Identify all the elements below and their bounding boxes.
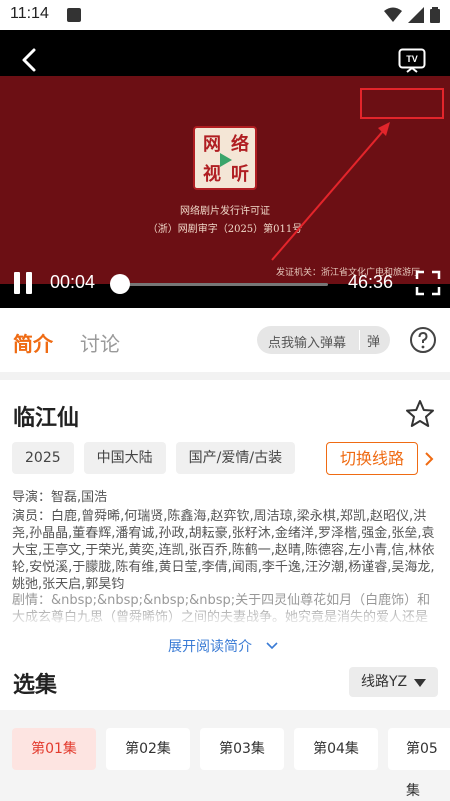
tag-genre[interactable]: 国产/爱情/古装: [175, 442, 296, 474]
pause-icon: [26, 272, 32, 294]
show-info: 临江仙 2025 中国大陆 国产/爱情/古装 切换线路 导演：智磊,国浩 演员：…: [0, 380, 450, 660]
license-title: 网络剧片发行许可证: [180, 206, 270, 217]
notification-icon: [67, 8, 81, 22]
status-bar: 11:14: [0, 0, 450, 30]
caret-down-icon: [414, 679, 426, 687]
switch-route-button[interactable]: 切换线路: [326, 442, 418, 475]
tv-label: TV: [406, 54, 418, 64]
tab-intro[interactable]: 简介: [13, 328, 53, 357]
danmu-toggle-button[interactable]: 弹: [367, 331, 380, 350]
detail-tabbar: 简介 讨论 点我输入弹幕 弹: [0, 308, 450, 372]
episode-item[interactable]: 第03集: [200, 728, 284, 770]
show-title: 临江仙: [13, 406, 80, 431]
fullscreen-icon[interactable]: [415, 270, 441, 296]
video-player[interactable]: 网 络 视 听 网络剧片发行许可证 （浙）网剧审字（2025）第011号 发证机…: [0, 30, 450, 308]
danmu-placeholder: 点我输入弹幕: [268, 336, 347, 351]
episode-item[interactable]: 第01集: [12, 728, 96, 770]
episodes-header: 选集 线路YZ: [0, 660, 450, 710]
progress-knob[interactable]: [110, 274, 131, 294]
progress-track[interactable]: [120, 283, 328, 286]
episodes-title: 选集: [13, 673, 58, 698]
tag-region[interactable]: 中国大陆: [83, 442, 166, 474]
tv-cast-icon[interactable]: TV: [398, 48, 426, 74]
help-icon[interactable]: [409, 326, 437, 354]
director-line: 导演：智磊,国浩: [12, 490, 108, 505]
player-controls: 00:04 46:36: [0, 262, 450, 306]
tag-row: 2025 中国大陆 国产/爱情/古装: [12, 442, 296, 474]
tag-year[interactable]: 2025: [12, 442, 74, 474]
episode-list: 第01集 第02集 第03集 第04集 第05集: [0, 710, 450, 801]
danmu-input[interactable]: 点我输入弹幕 弹: [257, 326, 390, 354]
danmu-divider: [359, 330, 360, 350]
signal-icon: [408, 7, 424, 23]
chevron-right-icon[interactable]: [423, 451, 435, 467]
plot-fade: [0, 606, 450, 628]
back-arrow-icon[interactable]: [16, 46, 44, 74]
status-time: 11:14: [10, 5, 49, 22]
status-icons: [384, 7, 440, 23]
duration: 46:36: [348, 272, 394, 292]
pause-button[interactable]: [14, 272, 36, 296]
episode-item[interactable]: 第04集: [294, 728, 378, 770]
favorite-star-icon[interactable]: [405, 399, 435, 429]
license-number: （浙）网剧审字（2025）第011号: [147, 224, 303, 235]
cast-list: 演员：白鹿,曾舜晞,何瑞贤,陈鑫海,赵弈钦,周洁琼,梁永棋,郑凯,赵昭仪,洪尧,…: [12, 509, 435, 592]
current-time: 00:04: [50, 272, 96, 292]
expand-intro-link[interactable]: 展开阅读简介: [168, 636, 252, 656]
battery-icon: [430, 7, 440, 23]
chevron-down-icon[interactable]: [266, 642, 278, 650]
pause-icon: [14, 272, 20, 294]
play-mark-icon: [220, 153, 232, 167]
episode-item[interactable]: 第02集: [106, 728, 190, 770]
license-seal: 网 络 视 听: [193, 126, 257, 190]
wifi-icon: [384, 7, 402, 22]
route-label: 线路YZ: [361, 674, 408, 690]
tab-discussion[interactable]: 讨论: [80, 328, 120, 357]
annotation-highlight-box: [360, 88, 444, 119]
episode-item[interactable]: 第05集: [388, 728, 450, 799]
